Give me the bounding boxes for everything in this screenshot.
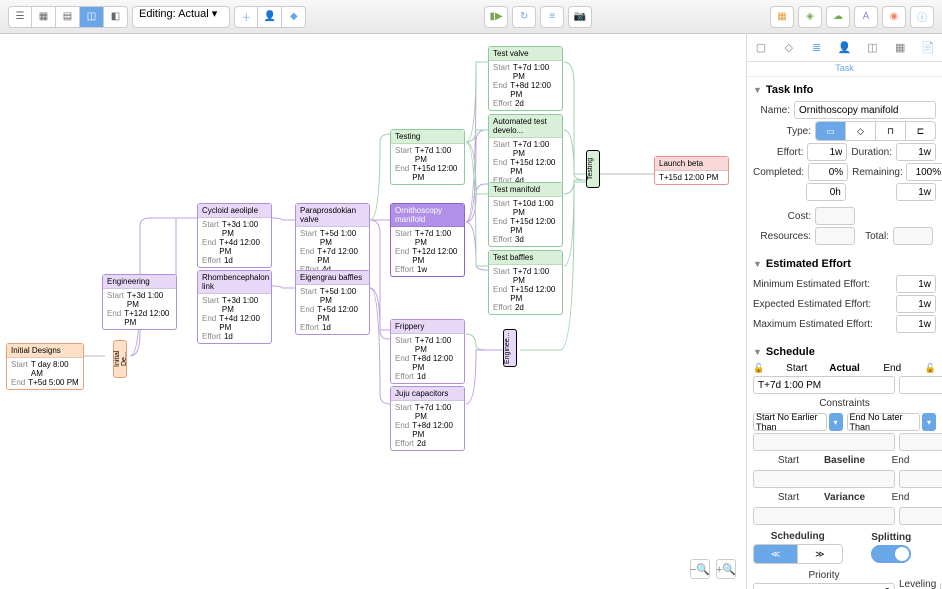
node-eng-collapsed[interactable]: Enginee...	[503, 329, 517, 367]
max-effort-input[interactable]	[896, 315, 936, 333]
font-icon[interactable]: A	[854, 6, 878, 28]
reschedule-button[interactable]: ↻	[512, 6, 536, 28]
node-ornithoscopy-selected[interactable]: Ornithoscopy manifold StartT+7d 1:00 PM …	[390, 203, 465, 277]
record-icon[interactable]: ◉	[882, 6, 906, 28]
splitting-toggle[interactable]	[871, 545, 911, 563]
effort-input[interactable]	[807, 143, 847, 161]
remaining-dur-input[interactable]	[896, 183, 936, 201]
tab-custom[interactable]: ▦	[886, 34, 914, 61]
node-initial-collapsed[interactable]: Initial De...	[113, 340, 127, 378]
section-schedule[interactable]: ▼Schedule	[753, 343, 936, 361]
constraint-end-select[interactable]: End No Later Than	[847, 413, 921, 431]
constraint-start-date[interactable]	[753, 433, 895, 451]
total-input[interactable]	[893, 227, 933, 245]
tab-project[interactable]: ▢	[747, 34, 775, 61]
editing-mode-select[interactable]: Editing: Actual ▾	[132, 6, 230, 28]
info-icon[interactable]: ⓘ	[910, 6, 934, 28]
type-group[interactable]: ⊏	[906, 121, 936, 141]
action-group: ＋ 👤 ◆	[234, 6, 306, 28]
node-testing-group[interactable]: Testing StartT+7d 1:00 PM EndT+15d 12:00…	[390, 129, 465, 185]
tab-attach[interactable]: 📄	[914, 34, 942, 61]
tab-sublabel: Task	[747, 62, 942, 77]
baseline-end[interactable]	[899, 470, 942, 488]
cost-input[interactable]	[815, 207, 855, 225]
toolbar: ☰ ▦ ▤ ◫ ◧ Editing: Actual ▾ ＋ 👤 ◆ ▮▶ ↻ ≡…	[0, 0, 942, 34]
exp-effort-input[interactable]	[896, 295, 936, 313]
node-title: Initial Designs	[7, 344, 83, 358]
styles-icon[interactable]: ◈	[798, 6, 822, 28]
completed-h-input[interactable]	[806, 183, 846, 201]
variance-end[interactable]	[899, 507, 942, 525]
view-network[interactable]: ◫	[80, 6, 104, 28]
variance-start[interactable]	[753, 507, 895, 525]
sched-alap[interactable]: ≫	[798, 544, 842, 564]
editing-mode-label: Editing: Actual	[139, 8, 209, 20]
catch-up-button[interactable]: ▮▶	[484, 6, 508, 28]
actual-start-input[interactable]	[753, 376, 895, 394]
zoom-out-button[interactable]: −🔍	[690, 559, 710, 579]
node-testing-collapsed[interactable]: Testing	[586, 150, 600, 188]
inspector-tabs: ▢ ◇ ≣ 👤 ◫ ▦ 📄	[747, 34, 942, 62]
node-eigen[interactable]: Eigengrau baffles StartT+5d 1:00 PM EndT…	[295, 270, 370, 335]
node-paras[interactable]: Paraprosdokian valve StartT+5d 1:00 PM E…	[295, 203, 370, 277]
node-test-valve[interactable]: Test valve StartT+7d 1:00 PM EndT+8d 12:…	[488, 46, 563, 111]
snapshot-button[interactable]: 📷	[568, 6, 592, 28]
node-tmani[interactable]: Test manifold StartT+10d 1:00 PM EndT+15…	[488, 182, 563, 247]
view-calendar[interactable]: ▤	[56, 6, 80, 28]
tab-resource[interactable]: 👤	[831, 34, 859, 61]
constraint-start-select[interactable]: Start No Earlier Than	[753, 413, 827, 431]
add-resource-button[interactable]: 👤	[258, 6, 282, 28]
section-est-effort[interactable]: ▼Estimated Effort	[753, 255, 936, 273]
view-resource[interactable]: ▦	[32, 6, 56, 28]
type-milestone[interactable]: ◇	[846, 121, 876, 141]
node-engineering[interactable]: Engineering StartT+3d 1:00 PM EndT+12d 1…	[102, 274, 177, 330]
task-name-input[interactable]	[794, 101, 936, 119]
tab-task[interactable]: ≣	[803, 34, 831, 61]
priority-input[interactable]	[753, 583, 895, 589]
add-task-button[interactable]: ＋	[234, 6, 258, 28]
node-auto[interactable]: Automated test develo... StartT+7d 1:00 …	[488, 114, 563, 188]
node-cycloid[interactable]: Cycloid aeoliple StartT+3d 1:00 PM EndT+…	[197, 203, 272, 268]
add-milestone-button[interactable]: ◆	[282, 6, 306, 28]
sched-asap[interactable]: ≪	[753, 544, 798, 564]
zoom-in-button[interactable]: +🔍	[716, 559, 736, 579]
actual-end-input[interactable]	[899, 376, 942, 394]
select-arrow-icon[interactable]: ▾	[922, 413, 936, 431]
baseline-start[interactable]	[753, 470, 895, 488]
view-mode-group: ☰ ▦ ▤ ◫ ◧	[8, 6, 128, 28]
completed-pct-input[interactable]	[808, 163, 848, 181]
type-hammock[interactable]: ⊓	[876, 121, 906, 141]
node-initial-designs[interactable]: Initial Designs StartT day 8:00 AM EndT+…	[6, 343, 84, 390]
select-arrow-icon[interactable]: ▾	[829, 413, 843, 431]
constraint-end-date[interactable]	[899, 433, 942, 451]
zoom-controls: −🔍 +🔍	[690, 559, 736, 579]
lock-start-icon[interactable]: 🔓	[753, 363, 764, 374]
section-task-info[interactable]: ▼Task Info	[753, 81, 936, 99]
node-juju[interactable]: Juju capacitors StartT+7d 1:00 PM EndT+8…	[390, 386, 465, 451]
view-layout[interactable]: ◧	[104, 6, 128, 28]
min-effort-input[interactable]	[896, 275, 936, 293]
remaining-pct-input[interactable]	[906, 163, 942, 181]
node-frippery[interactable]: Frippery StartT+7d 1:00 PM EndT+8d 12:00…	[390, 319, 465, 384]
node-tbaf[interactable]: Test baffles StartT+7d 1:00 PM EndT+15d …	[488, 250, 563, 315]
tab-milestone[interactable]: ◇	[775, 34, 803, 61]
level-button[interactable]: ≡	[540, 6, 564, 28]
view-gantt[interactable]: ☰	[8, 6, 32, 28]
node-rhomb[interactable]: Rhombencephalon link StartT+3d 1:00 PM E…	[197, 270, 272, 344]
duration-input[interactable]	[896, 143, 936, 161]
inspector-panel: ▢ ◇ ≣ 👤 ◫ ▦ 📄 Task ▼Task Info Name: Type…	[746, 34, 942, 589]
table-icon[interactable]: ▦	[770, 6, 794, 28]
tab-styles[interactable]: ◫	[858, 34, 886, 61]
cloud-icon[interactable]: ☁	[826, 6, 850, 28]
type-task[interactable]: ▭	[815, 121, 846, 141]
disclosure-icon: ▼	[753, 259, 762, 269]
resources-input[interactable]	[815, 227, 855, 245]
network-canvas[interactable]: Initial Designs StartT day 8:00 AM EndT+…	[0, 34, 746, 589]
lock-end-icon[interactable]: 🔓	[925, 363, 936, 374]
node-launch-beta[interactable]: Launch beta T+15d 12:00 PM	[654, 156, 729, 185]
disclosure-icon: ▼	[753, 347, 762, 357]
disclosure-icon: ▼	[753, 85, 762, 95]
